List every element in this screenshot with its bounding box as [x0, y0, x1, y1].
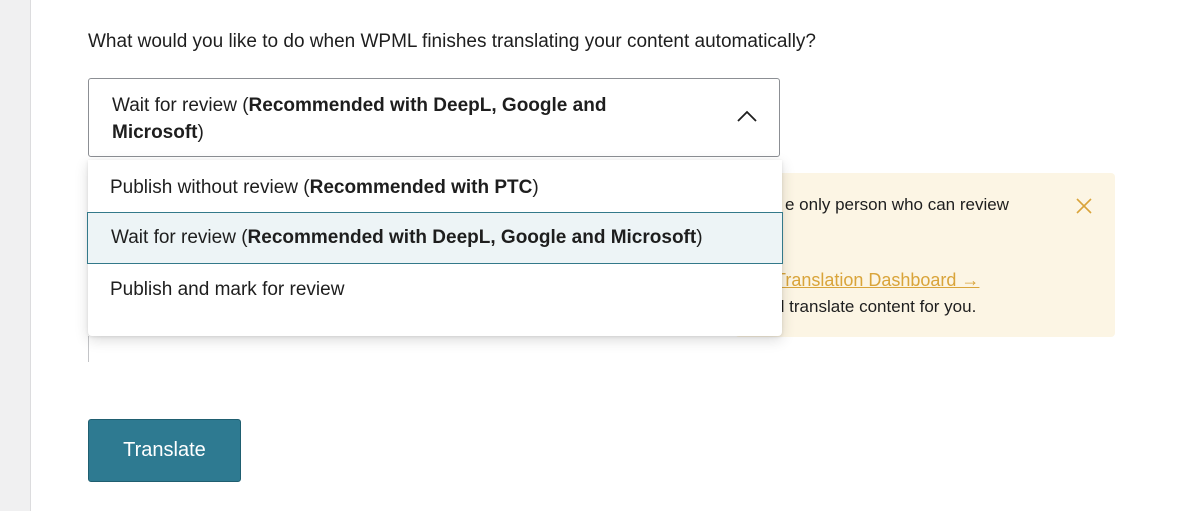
divider-line	[88, 336, 89, 362]
option-publish-without-review[interactable]: Publish without review (Recommended with…	[88, 162, 782, 214]
option-publish-and-mark-for-review[interactable]: Publish and mark for review	[88, 264, 782, 316]
select-value-prefix: Wait for review (	[112, 95, 249, 116]
review-mode-select[interactable]: Wait for review (Recommended with DeepL,…	[88, 78, 780, 157]
notice-line-1: e only person who can review	[785, 195, 1009, 214]
notice-line-3: d translate content for you.	[775, 297, 977, 316]
option-suffix: )	[532, 177, 539, 198]
select-current-value: Wait for review (Recommended with DeepL,…	[112, 92, 692, 146]
select-value-suffix: )	[197, 122, 204, 143]
option-prefix: Wait for review (	[111, 227, 248, 248]
option-bold: Recommended with PTC	[309, 177, 533, 198]
close-icon[interactable]	[1075, 197, 1093, 215]
question-text: What would you like to do when WPML fini…	[88, 31, 816, 52]
notice-panel: e only person who can review Translation…	[735, 173, 1115, 337]
translation-dashboard-link[interactable]: Translation Dashboard →	[775, 269, 979, 291]
page: What would you like to do when WPML fini…	[0, 0, 1200, 511]
option-wait-for-review[interactable]: Wait for review (Recommended with DeepL,…	[87, 212, 783, 264]
chevron-up-icon[interactable]	[737, 109, 757, 123]
review-mode-dropdown: Publish without review (Recommended with…	[87, 160, 783, 336]
left-admin-rail	[0, 0, 31, 511]
option-prefix: Publish without review (	[110, 177, 310, 198]
option-prefix: Publish and mark for review	[110, 279, 345, 300]
option-suffix: )	[696, 227, 703, 248]
option-bold: Recommended with DeepL, Google and Micro…	[247, 227, 697, 248]
translate-button[interactable]: Translate	[88, 419, 241, 482]
